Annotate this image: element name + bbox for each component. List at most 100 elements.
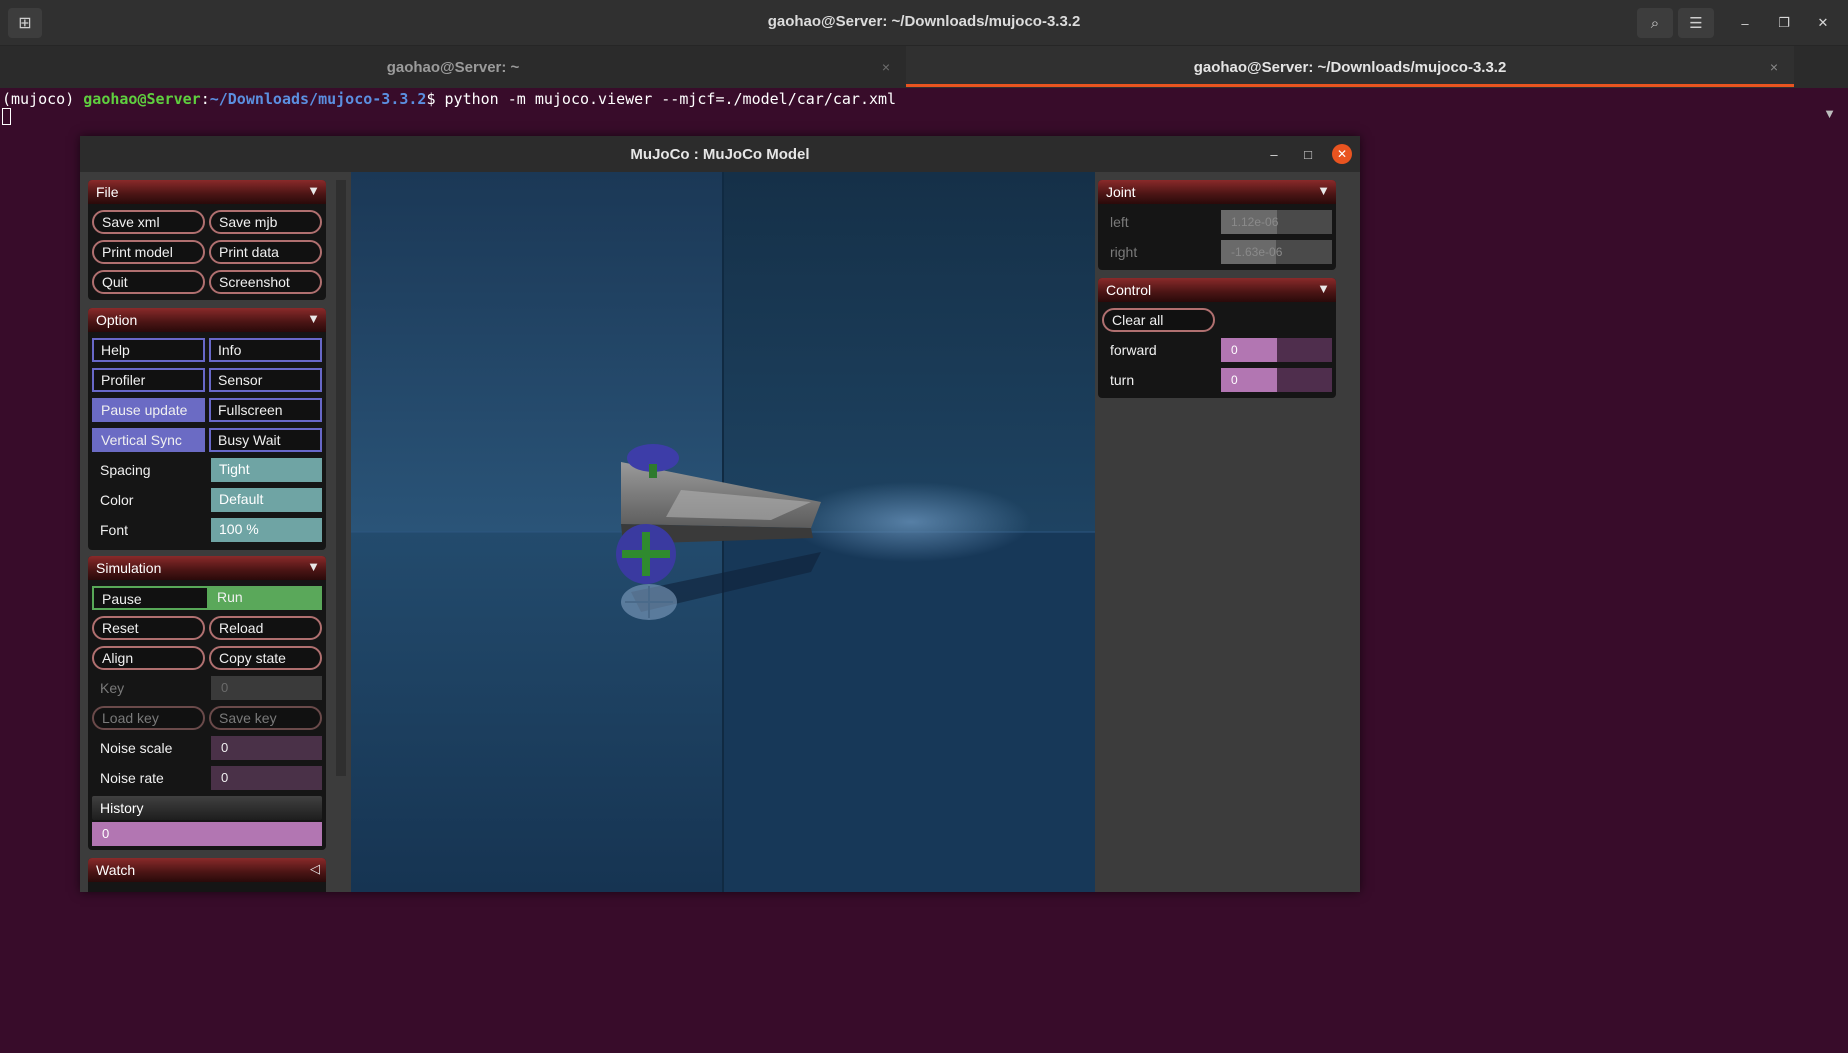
history-header: History bbox=[92, 796, 322, 820]
help-toggle[interactable]: Help bbox=[92, 338, 205, 362]
save-mjb-button[interactable]: Save mjb bbox=[209, 210, 322, 234]
simulation-section-header[interactable]: Simulation ▼ bbox=[88, 556, 326, 580]
tab-close-icon[interactable]: × bbox=[1770, 59, 1778, 75]
mujoco-window-title: MuJoCo : MuJoCo Model bbox=[630, 146, 810, 163]
wheel-front-cross-v bbox=[642, 532, 650, 576]
noise-scale-label: Noise scale bbox=[100, 740, 173, 756]
vertical-sync-toggle[interactable]: Vertical Sync bbox=[92, 428, 205, 452]
terminal-cursor bbox=[2, 108, 11, 125]
collapse-triangle-icon[interactable]: ▼ bbox=[307, 311, 320, 326]
color-select[interactable]: Default bbox=[211, 488, 322, 512]
collapse-triangle-icon[interactable]: ▼ bbox=[1317, 281, 1330, 296]
tab-close-icon[interactable]: × bbox=[882, 59, 890, 75]
prompt-env: (mujoco) bbox=[2, 90, 84, 108]
hamburger-menu-icon[interactable]: ☰ bbox=[1678, 8, 1714, 38]
file-section: File ▼ Save xml Save mjb Print model Prin… bbox=[88, 180, 326, 300]
clear-all-button[interactable]: Clear all bbox=[1102, 308, 1215, 332]
forward-slider[interactable]: 0 bbox=[1221, 338, 1332, 362]
reset-button[interactable]: Reset bbox=[92, 616, 205, 640]
quit-button[interactable]: Quit bbox=[92, 270, 205, 294]
control-header-label: Control bbox=[1106, 282, 1152, 298]
collapse-triangle-icon[interactable]: ▼ bbox=[307, 183, 320, 198]
command-text: python -m mujoco.viewer --mjcf=./model/c… bbox=[444, 90, 897, 108]
scene-light-glow bbox=[791, 482, 1031, 562]
turn-value: 0 bbox=[1231, 373, 1238, 387]
tab-home[interactable]: gaohao@Server: ~ × bbox=[0, 46, 906, 88]
history-slider[interactable]: 0 bbox=[92, 822, 322, 846]
collapse-triangle-icon[interactable]: ▼ bbox=[307, 559, 320, 574]
tab-label: gaohao@Server: ~/Downloads/mujoco-3.3.2 bbox=[1193, 58, 1507, 76]
watch-section: Watch ◁ bbox=[88, 858, 326, 892]
turn-slider[interactable]: 0 bbox=[1221, 368, 1332, 392]
color-label: Color bbox=[100, 492, 134, 508]
screenshot-button[interactable]: Screenshot bbox=[209, 270, 322, 294]
pause-update-toggle[interactable]: Pause update bbox=[92, 398, 205, 422]
forward-label: forward bbox=[1110, 342, 1157, 358]
joint-left-slider[interactable]: 1.12e-06 bbox=[1221, 210, 1332, 234]
minimize-icon[interactable]: – bbox=[1734, 12, 1756, 34]
3d-viewport[interactable] bbox=[351, 172, 1095, 892]
prompt-separator: : bbox=[200, 90, 210, 108]
font-select[interactable]: 100 % bbox=[211, 518, 322, 542]
joint-section-header[interactable]: Joint ▼ bbox=[1098, 180, 1336, 204]
joint-header-label: Joint bbox=[1106, 184, 1136, 200]
watch-section-header[interactable]: Watch ◁ bbox=[88, 858, 326, 882]
sensor-toggle[interactable]: Sensor bbox=[209, 368, 322, 392]
profiler-toggle[interactable]: Profiler bbox=[92, 368, 205, 392]
font-label: Font bbox=[100, 522, 129, 538]
scene-floor-right bbox=[723, 532, 1095, 892]
terminal-command-line: (mujoco) gaohao@Server:~/Downloads/mujoc… bbox=[2, 90, 896, 108]
fullscreen-toggle[interactable]: Fullscreen bbox=[209, 398, 322, 422]
joint-section: Joint ▼ left 1.12e-06 right -1.63e-06 bbox=[1098, 180, 1336, 270]
align-button[interactable]: Align bbox=[92, 646, 205, 670]
option-section: Option ▼ Help Info Profiler Sensor Pause … bbox=[88, 308, 326, 550]
collapse-triangle-icon[interactable]: ▼ bbox=[1317, 183, 1330, 198]
spacing-label: Spacing bbox=[100, 462, 151, 478]
joint-right-slider[interactable]: -1.63e-06 bbox=[1221, 240, 1332, 264]
reload-button[interactable]: Reload bbox=[209, 616, 322, 640]
close-icon[interactable]: ✕ bbox=[1332, 144, 1352, 164]
terminal-title: gaohao@Server: ~/Downloads/mujoco-3.3.2 bbox=[767, 13, 1081, 30]
load-key-button[interactable]: Load key bbox=[92, 706, 205, 730]
copy-state-button[interactable]: Copy state bbox=[209, 646, 322, 670]
spacing-select[interactable]: Tight bbox=[211, 458, 322, 482]
save-xml-button[interactable]: Save xml bbox=[92, 210, 205, 234]
wheel-top-mark bbox=[649, 464, 657, 478]
busy-wait-toggle[interactable]: Busy Wait bbox=[209, 428, 322, 452]
joint-right-label: right bbox=[1110, 244, 1138, 260]
save-key-button[interactable]: Save key bbox=[209, 706, 322, 730]
file-section-header[interactable]: File ▼ bbox=[88, 180, 326, 204]
search-icon[interactable]: ⌕ bbox=[1637, 8, 1673, 38]
option-section-header[interactable]: Option ▼ bbox=[88, 308, 326, 332]
turn-label: turn bbox=[1110, 372, 1135, 388]
mujoco-window: MuJoCo : MuJoCo Model – □ ✕ File ▼ Save x… bbox=[80, 136, 1360, 892]
expand-triangle-icon[interactable]: ◁ bbox=[310, 861, 320, 877]
scene-wall-right bbox=[723, 172, 1095, 532]
pause-radio[interactable]: Pause bbox=[92, 586, 209, 610]
tab-label: gaohao@Server: ~ bbox=[386, 58, 520, 76]
restore-icon[interactable]: ❐ bbox=[1773, 12, 1795, 34]
control-section-header[interactable]: Control ▼ bbox=[1098, 278, 1336, 302]
key-label: Key bbox=[100, 680, 125, 696]
info-toggle[interactable]: Info bbox=[209, 338, 322, 362]
maximize-icon[interactable]: □ bbox=[1298, 144, 1318, 164]
print-data-button[interactable]: Print data bbox=[209, 240, 322, 264]
key-field[interactable]: 0 bbox=[211, 676, 322, 700]
print-model-button[interactable]: Print model bbox=[92, 240, 205, 264]
mujoco-body: File ▼ Save xml Save mjb Print model Prin… bbox=[80, 172, 1360, 892]
tab-mujoco-dir[interactable]: gaohao@Server: ~/Downloads/mujoco-3.3.2 … bbox=[906, 46, 1794, 88]
noise-scale-field[interactable]: 0 bbox=[211, 736, 322, 760]
mujoco-titlebar[interactable]: MuJoCo : MuJoCo Model – □ ✕ bbox=[80, 136, 1360, 172]
left-panel-scrollbar[interactable] bbox=[336, 180, 346, 776]
tab-list-chevron-icon[interactable]: ▼ bbox=[1823, 106, 1836, 121]
simulation-header-label: Simulation bbox=[96, 560, 162, 576]
run-radio[interactable]: Run bbox=[209, 586, 322, 610]
noise-rate-field[interactable]: 0 bbox=[211, 766, 322, 790]
watch-header-label: Watch bbox=[96, 862, 136, 878]
control-section: Control ▼ Clear all forward 0 turn 0 bbox=[1098, 278, 1336, 398]
slider-fill bbox=[1221, 338, 1277, 362]
minimize-icon[interactable]: – bbox=[1264, 144, 1284, 164]
left-ui-panel: File ▼ Save xml Save mjb Print model Prin… bbox=[88, 180, 326, 892]
close-icon[interactable]: ✕ bbox=[1812, 12, 1834, 34]
file-header-label: File bbox=[96, 184, 119, 200]
